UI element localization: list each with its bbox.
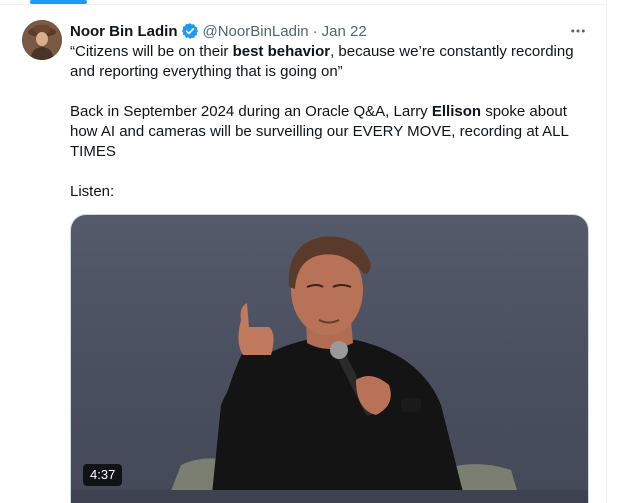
avatar[interactable] — [22, 20, 62, 60]
quote-bold: best behavior — [232, 43, 331, 60]
tweet-page: Noor Bin Ladin @NoorBinLadin · Jan 22 “C… — [0, 0, 617, 503]
author-handle[interactable]: @NoorBinLadin — [203, 23, 309, 40]
listen-paragraph: Listen: — [70, 183, 115, 200]
meta-separator: · — [312, 22, 318, 40]
body-paragraph: Back in September 2024 during an Oracle … — [70, 102, 590, 162]
video-duration-badge: 4:37 — [83, 464, 123, 486]
author-name[interactable]: Noor Bin Ladin — [70, 23, 178, 40]
video-frame — [71, 236, 588, 503]
tweet-date[interactable]: Jan 22 — [322, 23, 367, 40]
verified-badge-icon[interactable] — [181, 22, 199, 40]
tweet-header: Noor Bin Ladin @NoorBinLadin · Jan 22 — [70, 20, 367, 42]
more-horizontal-icon[interactable] — [567, 20, 589, 42]
body-part-1: Back in September 2024 during an Oracle … — [70, 103, 432, 120]
top-divider — [0, 4, 606, 5]
column-border — [606, 0, 607, 503]
tweet-text: “Citizens will be on their best behavior… — [70, 42, 590, 202]
quote-part-1: “Citizens will be on their — [70, 43, 233, 60]
video-player[interactable]: 4:37 — [70, 214, 589, 503]
quote-paragraph: “Citizens will be on their best behavior… — [70, 42, 590, 82]
body-bold: Ellison — [431, 103, 482, 120]
